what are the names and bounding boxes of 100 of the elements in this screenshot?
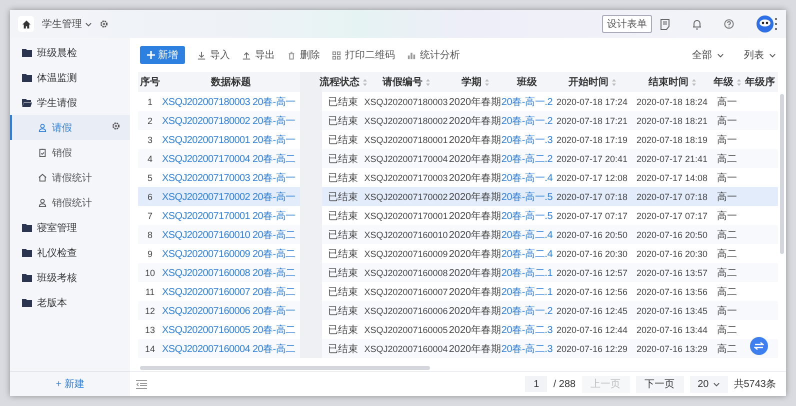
sidebar-subitem[interactable]: 销假	[10, 140, 130, 165]
table-link[interactable]: 20春-高二.1	[502, 263, 552, 282]
collapse-sidebar-icon[interactable]	[136, 380, 147, 388]
table-link[interactable]: 20春-高一.5	[502, 206, 552, 225]
table-cell-text: 2020年春期	[448, 248, 502, 262]
sort-icon[interactable]	[362, 78, 366, 86]
table-cell-text: 2020年春期	[448, 342, 502, 356]
table-link[interactable]: XSQJ202007170004 20春-高二	[162, 149, 300, 168]
toolbar-button[interactable]: 删除	[287, 48, 320, 62]
column-header[interactable]: 请假编号	[382, 75, 430, 89]
table-cell-text: 高一	[716, 210, 738, 224]
table-cell-text: 12	[144, 304, 156, 318]
sidebar-item[interactable]: 老版本	[10, 290, 130, 315]
avatar-icon[interactable]	[756, 15, 778, 33]
sidebar-item[interactable]: 礼仪检查	[10, 240, 130, 265]
help-icon[interactable]	[724, 19, 734, 29]
sidebar-item[interactable]: 寝室管理	[10, 215, 130, 240]
sort-icon[interactable]	[426, 78, 430, 86]
sidebar-item[interactable]: 学生请假	[10, 90, 130, 115]
person-icon	[38, 198, 47, 207]
table-cell-text: 2020-07-16 12:44	[555, 324, 629, 336]
table-link[interactable]: 20春-高二.4	[502, 244, 552, 263]
filter-dropdown[interactable]: 全部	[692, 48, 724, 62]
column-header[interactable]: 结束时间	[648, 75, 696, 89]
settings-icon[interactable]	[100, 20, 108, 28]
plus-icon	[147, 51, 155, 59]
sort-icon[interactable]	[692, 78, 696, 86]
page-size-dropdown[interactable]: 20	[690, 376, 728, 392]
table-link[interactable]: XSQJ202007170001 20春-高一	[162, 206, 300, 225]
toolbar-button[interactable]: 导入	[197, 48, 230, 62]
column-header[interactable]: 年级序	[745, 75, 775, 89]
vertical-scrollbar[interactable]	[780, 94, 784, 254]
table-link[interactable]: XSQJ202007160009 20春-高二	[162, 244, 300, 263]
next-page-button[interactable]: 下一页	[636, 376, 684, 392]
table-link[interactable]: XSQJ202007170003 20春-高一	[162, 168, 300, 187]
table-cell-text: 高二	[716, 228, 738, 242]
table-cell-text: 2020-07-16 13:57	[635, 266, 709, 280]
column-header[interactable]: 年级	[714, 75, 740, 89]
table-link[interactable]: XSQJ202007160006 20春-高一	[162, 301, 300, 320]
column-header[interactable]: 数据标题	[211, 75, 251, 89]
table-link[interactable]: 20春-高一.4	[502, 168, 552, 187]
sidebar-subitem[interactable]: 销假统计	[10, 190, 130, 215]
table-cell-text: 已结束	[327, 114, 359, 128]
table-cell-text: 已结束	[327, 324, 359, 338]
design-form-button[interactable]: 设计表单	[602, 15, 652, 33]
table-link[interactable]: XSQJ202007160005 20春-高二	[162, 320, 300, 339]
toolbar-button[interactable]: 打印二维码	[332, 48, 395, 62]
table-link[interactable]: XSQJ202007160010 20春-高二	[162, 225, 300, 244]
column-header[interactable]: 开始时间	[568, 75, 616, 89]
table-link[interactable]: 20春-高二.1	[502, 282, 552, 301]
table-link[interactable]: 20春-高一.2	[502, 111, 552, 130]
table-link[interactable]: 20春-高二.3	[502, 339, 552, 358]
table-link[interactable]: 20春-高二.4	[502, 225, 552, 244]
table-link[interactable]: 20春-高一.2	[502, 301, 552, 320]
new-item-button[interactable]: + 新建	[10, 371, 130, 396]
table-link[interactable]: XSQJ202007180001 20春-高一	[162, 130, 300, 149]
table-cell-text: 2020-07-16 13:29	[635, 342, 709, 356]
table-link[interactable]: XSQJ202007180003 20春-高一	[162, 92, 300, 111]
table-cell-text: 2020年春期	[448, 210, 502, 224]
filter-dropdown[interactable]: 列表	[744, 48, 776, 62]
toolbar-button[interactable]: 统计分析	[407, 48, 460, 62]
page-input[interactable]: 1	[525, 376, 548, 392]
table-link[interactable]: XSQJ202007180002 20春-高一	[162, 111, 300, 130]
table-link[interactable]: 20春-高一.2	[502, 92, 552, 111]
item-settings-icon[interactable]	[112, 122, 120, 130]
sidebar-item[interactable]: 体温监测	[10, 65, 130, 90]
table-cell-text: 已结束	[327, 134, 359, 148]
toolbar-button[interactable]: 导出	[242, 48, 275, 62]
sidebar-subitem[interactable]: 请假	[10, 115, 130, 140]
bell-icon[interactable]	[692, 18, 702, 30]
table-cell-text: 14	[144, 342, 156, 356]
column-header[interactable]: 流程状态	[320, 75, 366, 89]
table-cell-text: 2020-07-18 17:24	[555, 96, 629, 108]
sidebar-item[interactable]: 班级考核	[10, 265, 130, 290]
table-link[interactable]: XSQJ202007160008 20春-高二	[162, 263, 300, 282]
sidebar-subitem[interactable]: 请假统计	[10, 165, 130, 190]
table-cell-text: 7	[146, 210, 154, 222]
column-header[interactable]: 序号	[140, 75, 160, 89]
caret-icon	[85, 22, 92, 26]
folder-icon	[22, 298, 32, 306]
add-button[interactable]: 新增	[140, 46, 185, 64]
table-link[interactable]: 20春-高二.3	[502, 320, 552, 339]
table-cell-text: 5	[146, 172, 154, 184]
table-link[interactable]: 20春-高二.2	[502, 149, 552, 168]
table-cell-text: 2020-07-18 18:19	[635, 134, 709, 146]
table-cell-text: 2020-07-18 18:24	[635, 96, 709, 108]
sort-icon[interactable]	[612, 78, 616, 86]
table-cell-text: 2020-07-17 21:41	[635, 152, 709, 166]
table-link[interactable]: XSQJ202007160004 20春-高二	[162, 339, 300, 358]
module-dropdown[interactable]: 学生管理	[42, 17, 92, 31]
table-link[interactable]: 20春-高一.3	[502, 130, 552, 149]
table-link[interactable]: XSQJ202007160007 20春-高二	[162, 282, 300, 301]
home-button[interactable]	[18, 16, 34, 32]
column-header[interactable]: 班级	[517, 75, 537, 89]
form-icon[interactable]	[660, 18, 670, 30]
sidebar-item[interactable]: 班级晨检	[10, 40, 130, 65]
table-cell-text: 已结束	[327, 286, 359, 300]
column-header[interactable]: 学期	[462, 75, 488, 89]
sort-icon[interactable]	[484, 78, 488, 86]
sort-icon[interactable]	[736, 78, 740, 86]
